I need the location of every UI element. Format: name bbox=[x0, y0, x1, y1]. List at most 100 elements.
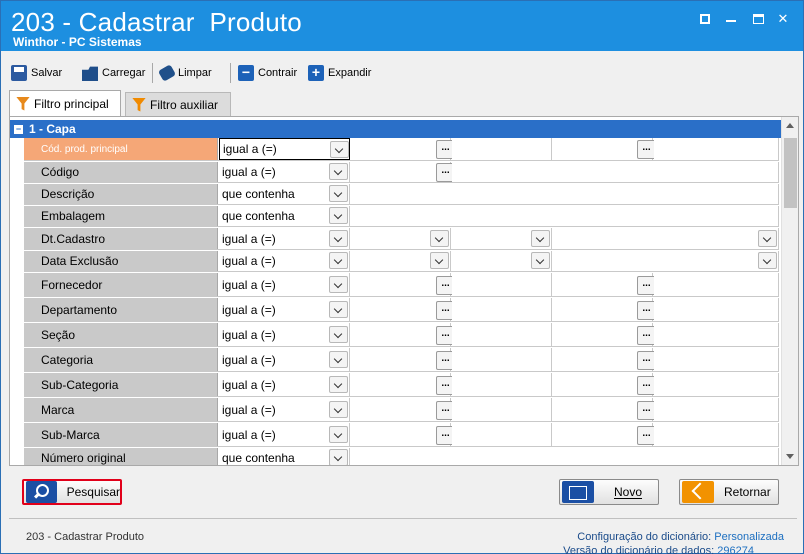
value-from-desc[interactable] bbox=[452, 298, 552, 321]
date-extra-field[interactable] bbox=[553, 228, 779, 249]
chevron-down-icon[interactable] bbox=[430, 229, 449, 247]
value-from-desc[interactable] bbox=[452, 373, 552, 396]
contrair-button[interactable]: − Contrair bbox=[238, 64, 297, 82]
chevron-down-icon[interactable] bbox=[329, 229, 348, 247]
expandir-button[interactable]: + Expandir bbox=[308, 64, 371, 82]
chevron-down-icon[interactable] bbox=[531, 229, 550, 247]
salvar-button[interactable]: Salvar bbox=[11, 64, 62, 82]
chevron-down-icon[interactable] bbox=[430, 252, 449, 269]
filter-row-label: Categoria bbox=[24, 348, 218, 371]
filter-row: Sub-Categoria igual a (=)...... bbox=[24, 373, 779, 397]
value-to-desc[interactable] bbox=[654, 138, 779, 160]
value-desc[interactable] bbox=[452, 162, 779, 182]
chevron-down-icon[interactable] bbox=[329, 400, 348, 418]
value-from-desc[interactable] bbox=[452, 348, 552, 371]
value-from-desc[interactable] bbox=[452, 138, 552, 160]
text-value-field[interactable] bbox=[351, 184, 779, 204]
value-to-desc[interactable] bbox=[654, 323, 779, 346]
limpar-label: Limpar bbox=[178, 67, 212, 79]
chevron-down-icon[interactable] bbox=[329, 163, 348, 180]
date-extra-field[interactable] bbox=[553, 251, 779, 271]
chevron-down-icon[interactable] bbox=[329, 350, 348, 368]
collapse-section-icon[interactable]: − bbox=[14, 124, 23, 134]
chevron-down-icon[interactable] bbox=[329, 300, 348, 318]
text-value-field[interactable] bbox=[351, 206, 779, 226]
operator-select[interactable]: igual a (=) bbox=[219, 423, 350, 446]
filter-row: Embalagem que contenha bbox=[24, 206, 779, 227]
operator-value: que contenha bbox=[222, 187, 295, 201]
limpar-button[interactable]: Limpar bbox=[157, 64, 212, 82]
new-record-icon bbox=[562, 481, 594, 503]
operator-value: igual a (=) bbox=[222, 277, 276, 292]
back-icon bbox=[682, 481, 714, 503]
chevron-down-icon[interactable] bbox=[330, 141, 349, 158]
chevron-down-icon[interactable] bbox=[329, 425, 348, 443]
chevron-down-icon[interactable] bbox=[531, 252, 550, 269]
status-config-label: Configuração do dicionário: bbox=[577, 531, 712, 543]
minimize-button[interactable] bbox=[723, 11, 739, 27]
operator-value: igual a (=) bbox=[222, 402, 276, 417]
minimize-icon bbox=[726, 20, 736, 22]
scroll-thumb[interactable] bbox=[784, 138, 797, 208]
operator-select[interactable]: igual a (=) bbox=[219, 138, 350, 160]
value-to-desc[interactable] bbox=[654, 423, 779, 446]
value-to-desc[interactable] bbox=[654, 298, 779, 321]
operator-select[interactable]: igual a (=) bbox=[219, 251, 350, 271]
operator-select[interactable]: que contenha bbox=[219, 448, 350, 465]
restore-icon bbox=[700, 14, 710, 24]
carregar-button[interactable]: Carregar bbox=[82, 64, 145, 82]
operator-select[interactable]: igual a (=) bbox=[219, 298, 350, 321]
filter-row: Data Exclusão igual a (=) bbox=[24, 251, 779, 272]
operator-select[interactable]: igual a (=) bbox=[219, 323, 350, 346]
section-header[interactable]: − 1 - Capa bbox=[10, 120, 781, 138]
filter-row: Descrição que contenha bbox=[24, 184, 779, 205]
novo-button[interactable]: Novo bbox=[559, 479, 659, 505]
operator-select[interactable]: igual a (=) bbox=[219, 162, 350, 182]
scroll-down-icon[interactable] bbox=[786, 454, 794, 459]
chevron-down-icon[interactable] bbox=[758, 252, 777, 269]
value-from-desc[interactable] bbox=[452, 398, 552, 421]
operator-select[interactable]: que contenha bbox=[219, 206, 350, 226]
scroll-up-icon[interactable] bbox=[786, 123, 794, 128]
restore-window-button[interactable] bbox=[697, 11, 713, 27]
chevron-down-icon[interactable] bbox=[329, 449, 348, 465]
operator-select[interactable]: igual a (=) bbox=[219, 348, 350, 371]
operator-value: que contenha bbox=[222, 451, 295, 465]
filter-row: Dt.Cadastro igual a (=) bbox=[24, 228, 779, 250]
value-from-desc[interactable] bbox=[452, 423, 552, 446]
value-from-desc[interactable] bbox=[452, 273, 552, 296]
chevron-down-icon[interactable] bbox=[329, 252, 348, 269]
value-to-desc[interactable] bbox=[654, 348, 779, 371]
expand-icon: + bbox=[308, 65, 324, 81]
tab-filtro-principal[interactable]: Filtro principal bbox=[9, 90, 121, 116]
maximize-icon bbox=[753, 14, 764, 24]
vertical-scrollbar[interactable] bbox=[781, 117, 798, 465]
pesquisar-button[interactable]: Pesquisar bbox=[22, 479, 122, 505]
folder-open-icon bbox=[82, 66, 98, 81]
chevron-down-icon[interactable] bbox=[329, 325, 348, 343]
operator-select[interactable]: igual a (=) bbox=[219, 373, 350, 396]
close-button[interactable]: ✕ bbox=[775, 11, 791, 27]
operator-select[interactable]: igual a (=) bbox=[219, 228, 350, 249]
text-value-field[interactable] bbox=[351, 448, 779, 465]
retornar-label: Retornar bbox=[724, 485, 771, 499]
chevron-down-icon[interactable] bbox=[329, 375, 348, 393]
filter-row: Sub-Marca igual a (=)...... bbox=[24, 423, 779, 447]
operator-select[interactable]: igual a (=) bbox=[219, 398, 350, 421]
status-version-label: Versão do dicionário de dados: bbox=[563, 545, 715, 554]
value-to-desc[interactable] bbox=[654, 273, 779, 296]
tab-filtro-auxiliar[interactable]: Filtro auxiliar bbox=[125, 92, 231, 116]
operator-select[interactable]: que contenha bbox=[219, 184, 350, 204]
value-to-desc[interactable] bbox=[654, 398, 779, 421]
window-subtitle: Winthor - PC Sistemas bbox=[13, 35, 142, 49]
operator-select[interactable]: igual a (=) bbox=[219, 273, 350, 296]
chevron-down-icon[interactable] bbox=[329, 275, 348, 293]
chevron-down-icon[interactable] bbox=[758, 229, 777, 247]
retornar-button[interactable]: Retornar bbox=[679, 479, 779, 505]
chevron-down-icon[interactable] bbox=[329, 207, 348, 224]
chevron-down-icon[interactable] bbox=[329, 185, 348, 202]
maximize-button[interactable] bbox=[751, 11, 767, 27]
filter-row: Departamento igual a (=)...... bbox=[24, 298, 779, 322]
value-from-desc[interactable] bbox=[452, 323, 552, 346]
value-to-desc[interactable] bbox=[654, 373, 779, 396]
